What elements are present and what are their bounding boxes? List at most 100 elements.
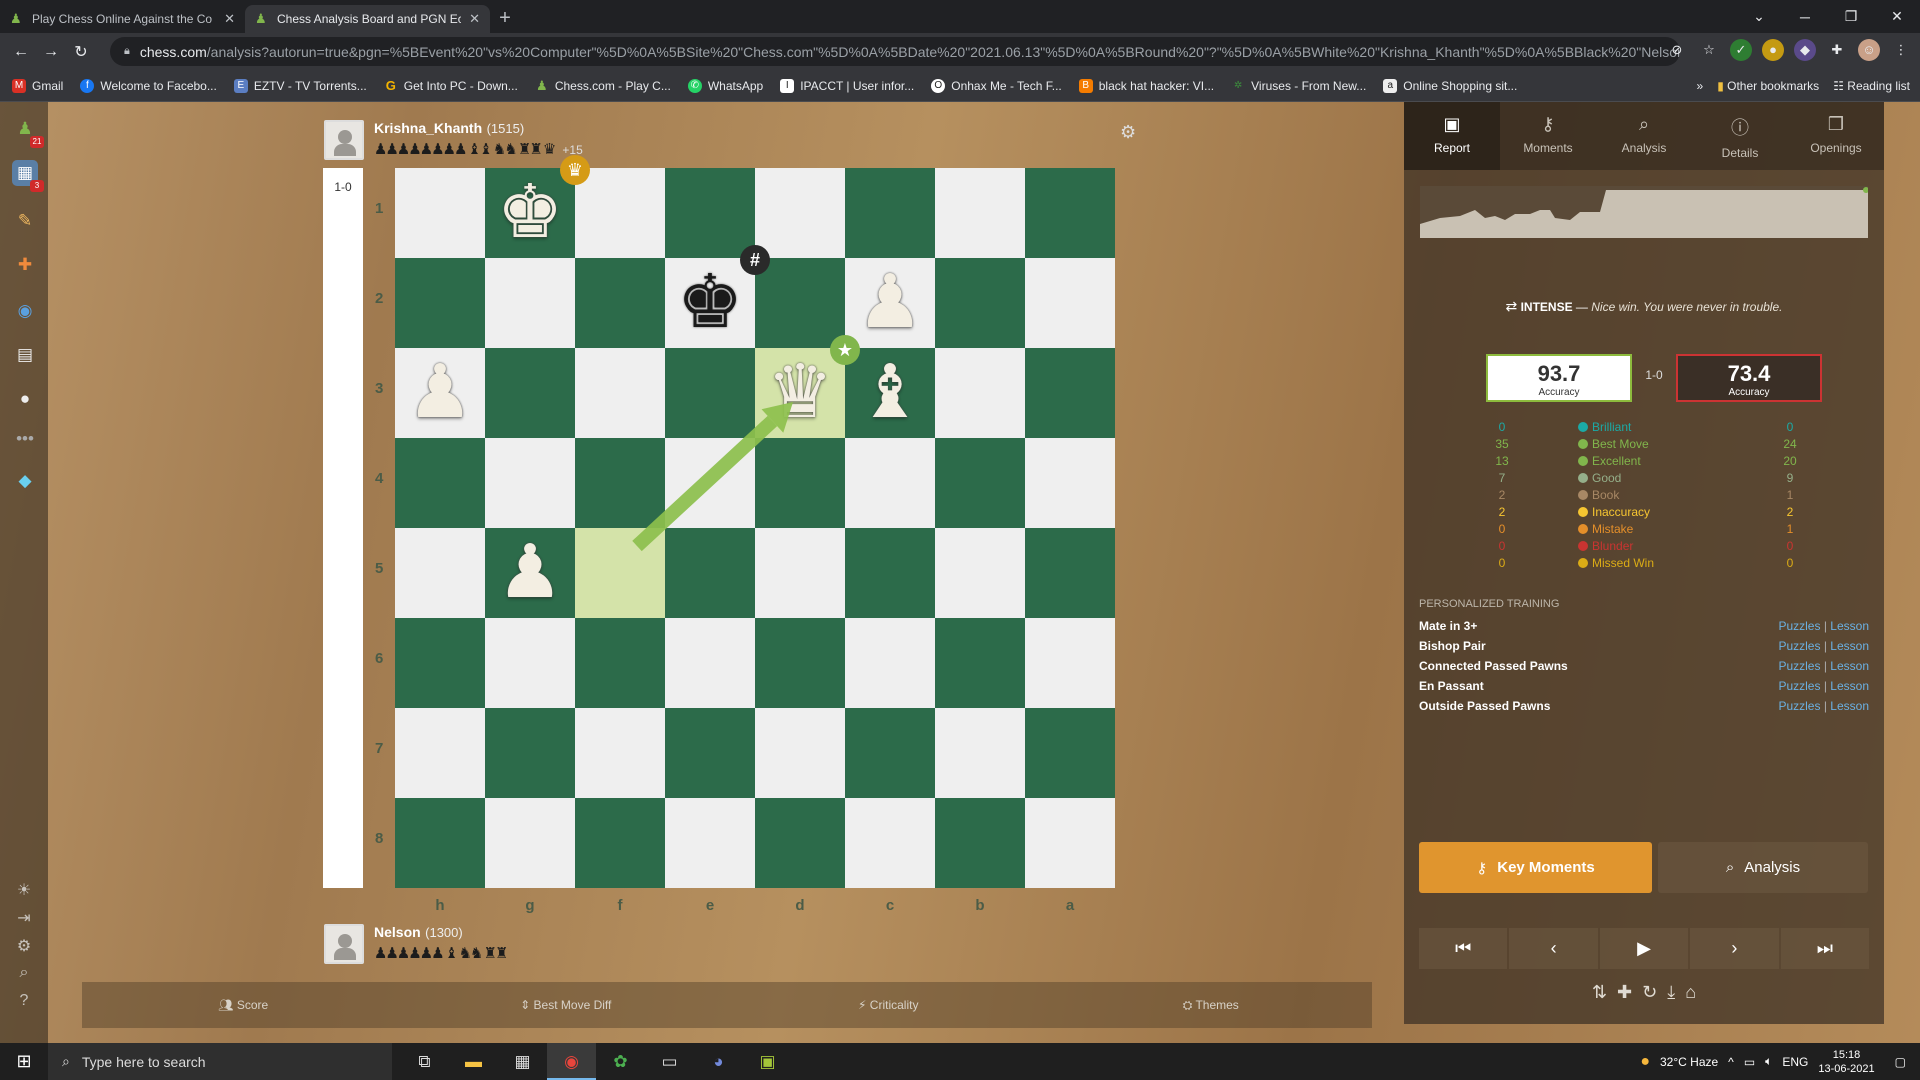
notifications-icon[interactable]: ▢: [1895, 1055, 1906, 1069]
board-square[interactable]: [935, 618, 1025, 708]
board-square[interactable]: [1025, 168, 1115, 258]
diamond-icon[interactable]: ◆: [12, 468, 38, 494]
puzzle-extensions-icon[interactable]: ✚: [1826, 39, 1848, 61]
task-view-icon[interactable]: ⧉: [400, 1043, 449, 1080]
bookmark-item[interactable]: E EZTV - TV Torrents...: [233, 78, 367, 93]
terminal-icon[interactable]: ▭: [645, 1043, 694, 1080]
tab-details[interactable]: ⓘ Details: [1692, 102, 1788, 170]
puzzles-link[interactable]: Puzzles: [1778, 699, 1820, 713]
board-square[interactable]: [485, 258, 575, 348]
board-square[interactable]: [1025, 258, 1115, 348]
network-icon[interactable]: ▭: [1744, 1055, 1755, 1069]
board-square[interactable]: [1025, 708, 1115, 798]
board-square[interactable]: [755, 258, 845, 348]
reading-list[interactable]: ☷ Reading list: [1833, 79, 1910, 93]
learn-icon[interactable]: ✚: [12, 252, 38, 278]
bookmark-item[interactable]: ✆ WhatsApp: [687, 78, 763, 93]
board-square[interactable]: [485, 708, 575, 798]
board-square[interactable]: [935, 528, 1025, 618]
board-square[interactable]: [665, 168, 755, 258]
news-icon[interactable]: ▤: [12, 342, 38, 368]
player-name[interactable]: Nelson: [374, 924, 421, 940]
back-icon[interactable]: ←: [6, 43, 36, 61]
bookmark-star-icon[interactable]: ☆: [1698, 39, 1720, 61]
tray-chevron-icon[interactable]: ^: [1728, 1055, 1734, 1069]
first-move-button[interactable]: ⏮: [1419, 928, 1508, 969]
profile-avatar[interactable]: ☺: [1858, 39, 1880, 61]
board-square[interactable]: [395, 168, 485, 258]
language-indicator[interactable]: ENG: [1782, 1055, 1808, 1069]
board-square[interactable]: [755, 618, 845, 708]
board-square[interactable]: [935, 168, 1025, 258]
board-square[interactable]: [935, 438, 1025, 528]
lesson-link[interactable]: Lesson: [1830, 659, 1869, 673]
app-icon[interactable]: ▦: [498, 1043, 547, 1080]
close-window-button[interactable]: ✕: [1874, 8, 1920, 25]
board-square[interactable]: [1025, 348, 1115, 438]
puzzles-icon[interactable]: ✎: [12, 208, 38, 234]
clock[interactable]: 15:18 13-06-2021: [1818, 1048, 1874, 1076]
board-square[interactable]: [575, 348, 665, 438]
board-settings-icon[interactable]: ⚙: [1120, 122, 1136, 143]
board-square[interactable]: [395, 438, 485, 528]
white-pawn-piece[interactable]: ♟: [395, 348, 485, 436]
board-square[interactable]: [755, 438, 845, 528]
stat-row[interactable]: 13 Excellent 20: [1464, 452, 1844, 469]
forward-icon[interactable]: →: [36, 43, 66, 61]
tab-score[interactable]: 👥︎ Score: [82, 982, 405, 1028]
camera-off-icon[interactable]: ⊘: [1666, 39, 1688, 61]
board-square[interactable]: [575, 618, 665, 708]
board-square[interactable]: [755, 528, 845, 618]
board-square[interactable]: [665, 618, 755, 708]
flip-board-icon[interactable]: ⇅: [1592, 982, 1607, 1003]
login-icon[interactable]: ⇥: [14, 908, 34, 928]
reset-icon[interactable]: ↻: [1642, 982, 1657, 1003]
more-icon[interactable]: •••: [12, 426, 38, 452]
tab-openings[interactable]: ❒ Openings: [1788, 102, 1884, 170]
tab-themes[interactable]: ⛭ Themes: [1050, 982, 1373, 1028]
white-king-piece[interactable]: ♚: [485, 168, 575, 256]
social-icon[interactable]: ●: [12, 386, 38, 412]
extension-icon[interactable]: ●: [1762, 39, 1784, 61]
stat-row[interactable]: 35 Best Move 24: [1464, 435, 1844, 452]
stat-row[interactable]: 7 Good 9: [1464, 469, 1844, 486]
black-king-piece[interactable]: ♚: [665, 258, 755, 346]
extension-icon[interactable]: ◆: [1794, 39, 1816, 61]
stat-row[interactable]: 2 Book 1: [1464, 486, 1844, 503]
url-field[interactable]: 🔒︎ chess.com /analysis?autorun=true&pgn=…: [110, 37, 1680, 66]
board-square[interactable]: [665, 438, 755, 528]
board-square[interactable]: [395, 258, 485, 348]
settings-icon[interactable]: ⚙: [14, 936, 34, 956]
board-square[interactable]: [845, 618, 935, 708]
board-square[interactable]: [935, 258, 1025, 348]
weather-text[interactable]: 32°C Haze: [1660, 1055, 1718, 1069]
bookmark-item[interactable]: ♟ Chess.com - Play C...: [535, 78, 671, 93]
puzzles-link[interactable]: Puzzles: [1778, 619, 1820, 633]
reload-icon[interactable]: ↻: [66, 42, 96, 62]
bookmark-item[interactable]: I IPACCT | User infor...: [780, 78, 914, 93]
bookmark-item[interactable]: ✲ Viruses - From New...: [1231, 79, 1366, 93]
help-icon[interactable]: ?: [14, 992, 34, 1010]
board-square[interactable]: [395, 708, 485, 798]
bookmark-item[interactable]: M Gmail: [12, 78, 63, 93]
puzzles-link[interactable]: Puzzles: [1778, 679, 1820, 693]
player-name[interactable]: Krishna_Khanth: [374, 120, 482, 136]
puzzles-link[interactable]: Puzzles: [1778, 639, 1820, 653]
puzzles-link[interactable]: Puzzles: [1778, 659, 1820, 673]
white-queen-piece[interactable]: ♛: [755, 348, 845, 436]
analysis-button[interactable]: ⌕ Analysis: [1658, 842, 1868, 893]
avatar[interactable]: [324, 120, 364, 160]
shield-extension-icon[interactable]: ✓: [1730, 39, 1752, 61]
board-square[interactable]: [395, 798, 485, 888]
board-square[interactable]: [575, 438, 665, 528]
board-square[interactable]: [395, 528, 485, 618]
taskbar-search[interactable]: ⌕ Type here to search: [48, 1043, 392, 1080]
board-square[interactable]: [575, 258, 665, 348]
volume-icon[interactable]: 🔈︎: [1765, 1054, 1772, 1069]
file-explorer-icon[interactable]: ▬: [449, 1043, 498, 1080]
evaluation-graph[interactable]: [1420, 186, 1868, 238]
board-square[interactable]: [395, 618, 485, 708]
stat-row[interactable]: 0 Brilliant 0: [1464, 418, 1844, 435]
close-tab-icon[interactable]: ✕: [224, 11, 235, 27]
lesson-link[interactable]: Lesson: [1830, 619, 1869, 633]
